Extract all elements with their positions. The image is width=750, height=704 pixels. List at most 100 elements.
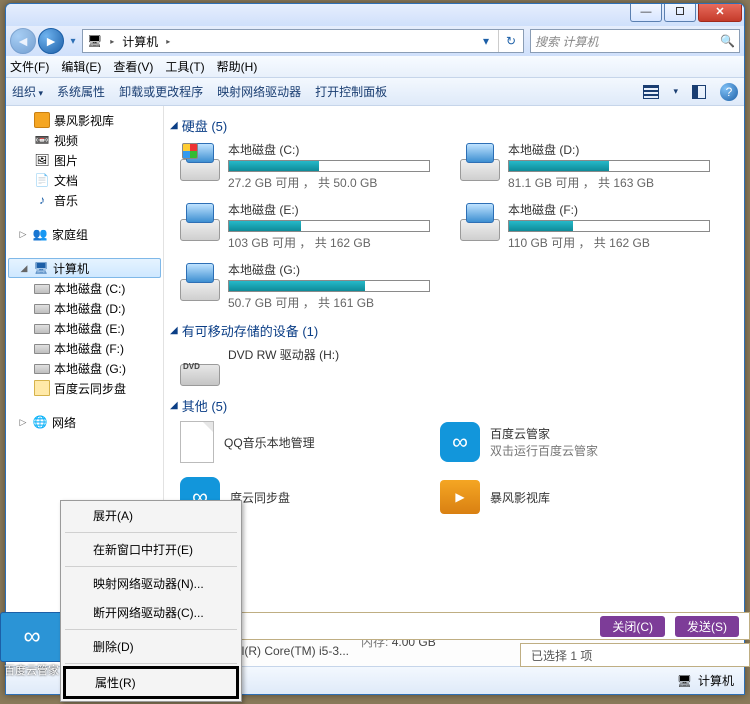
lib-documents[interactable]: 📄文档 — [6, 170, 163, 190]
lib-pictures[interactable]: 🖼图片 — [6, 150, 163, 170]
documents-icon: 📄 — [34, 172, 50, 188]
drive-item[interactable]: 本地磁盘 (F:)110 GB 可用 ， 共 162 GB — [460, 201, 710, 251]
taskbar-baidu-icon[interactable]: ∞ — [0, 612, 64, 662]
organize-menu[interactable]: 组织 — [12, 83, 43, 100]
group-header-removable[interactable]: ◢有可移动存储的设备 (1) — [170, 321, 736, 340]
computer-icon: 🖥 — [33, 260, 49, 276]
tree-drive-f[interactable]: 本地磁盘 (F:) — [6, 338, 163, 358]
drive-item[interactable]: 本地磁盘 (C:) 27.2 GB 可用 ， 共 50.0 GB — [180, 141, 430, 191]
group-other: ◢其他 (5) QQ音乐本地管理∞百度云管家双击运行百度云管家∞度云同步盘▶暴风… — [170, 396, 736, 517]
expander-icon[interactable]: ▷ — [18, 229, 28, 240]
videos-icon: 📼 — [34, 132, 50, 148]
drive-free-text: 27.2 GB 可用 ， 共 50.0 GB — [228, 174, 430, 191]
menu-edit[interactable]: 编辑(E) — [61, 58, 101, 75]
minimize-button[interactable]: — — [630, 4, 662, 22]
drive-name: 本地磁盘 (C:) — [228, 141, 430, 158]
group-header-hdd[interactable]: ◢硬盘 (5) — [170, 116, 736, 135]
preview-pane-button[interactable] — [692, 85, 706, 99]
help-button[interactable]: ? — [720, 83, 738, 101]
forward-button[interactable]: ► — [38, 28, 64, 54]
video-library-icon — [34, 112, 50, 128]
menu-view[interactable]: 查看(V) — [113, 58, 153, 75]
breadcrumb-computer[interactable]: 计算机 — [118, 30, 162, 52]
search-placeholder: 搜索 计算机 — [535, 33, 598, 50]
menu-help[interactable]: 帮助(H) — [217, 58, 258, 75]
context-menu-item[interactable]: 属性(R) — [63, 666, 239, 699]
context-menu-item[interactable]: 删除(D) — [61, 632, 241, 661]
context-menu-item[interactable]: 展开(A) — [61, 501, 241, 530]
file-icon — [180, 421, 214, 463]
view-mode-button[interactable] — [643, 85, 659, 99]
other-item[interactable]: ∞百度云管家双击运行百度云管家 — [440, 421, 670, 463]
collapse-icon: ◢ — [170, 325, 178, 336]
expander-icon[interactable]: ◢ — [19, 263, 29, 274]
search-box[interactable]: 搜索 计算机 🔍 — [530, 29, 740, 53]
menu-file[interactable]: 文件(F) — [10, 58, 49, 75]
maximize-button[interactable] — [664, 4, 696, 22]
status-label: 计算机 — [698, 672, 734, 689]
breadcrumb-sep[interactable]: ▸ — [162, 37, 174, 46]
breadcrumb-sep[interactable]: ▸ — [106, 37, 118, 46]
tree-drive-g[interactable]: 本地磁盘 (G:) — [6, 358, 163, 378]
lib-videos[interactable]: 📼视频 — [6, 130, 163, 150]
tree-homegroup[interactable]: ▷👥家庭组 — [6, 224, 163, 244]
drive-item[interactable]: 本地磁盘 (D:)81.1 GB 可用 ， 共 163 GB — [460, 141, 710, 191]
tree-drive-e[interactable]: 本地磁盘 (E:) — [6, 318, 163, 338]
cmd-system-properties[interactable]: 系统属性 — [57, 83, 105, 100]
refresh-button[interactable]: ↻ — [499, 34, 523, 48]
tree-baidu-sync[interactable]: 百度云同步盘 — [6, 378, 163, 398]
pictures-icon: 🖼 — [34, 152, 50, 168]
back-button[interactable]: ◄ — [10, 28, 36, 54]
drive-usage-bar — [508, 160, 710, 172]
address-dropdown[interactable]: ▾ — [474, 34, 498, 48]
other-name: 百度云管家 — [490, 425, 598, 442]
collapse-icon: ◢ — [170, 400, 178, 411]
other-item[interactable]: ▶暴风影视库 — [440, 477, 670, 517]
drive-icon — [180, 141, 220, 181]
tree-network[interactable]: ▷🌐网络 — [6, 412, 163, 432]
chat-send-button[interactable]: 发送(S) — [675, 616, 739, 637]
content-pane: ◢硬盘 (5) 本地磁盘 (C:)27.2 GB 可用 ， 共 50.0 GB本… — [164, 106, 744, 616]
tree-drive-c[interactable]: 本地磁盘 (C:) — [6, 278, 163, 298]
title-bar: — ✕ — [6, 4, 744, 26]
drive-usage-bar — [228, 160, 430, 172]
network-icon: 🌐 — [32, 414, 48, 430]
close-button[interactable]: ✕ — [698, 4, 742, 22]
drive-item[interactable]: 本地磁盘 (E:)103 GB 可用 ， 共 162 GB — [180, 201, 430, 251]
drive-name: 本地磁盘 (G:) — [228, 261, 430, 278]
menu-tools[interactable]: 工具(T) — [165, 58, 204, 75]
address-bar[interactable]: 🖥 ▸ 计算机 ▸ ▾ ↻ — [82, 29, 524, 53]
breadcrumb-root-icon[interactable]: 🖥 — [83, 30, 106, 52]
context-menu-item[interactable]: 映射网络驱动器(N)... — [61, 569, 241, 598]
group-header-other[interactable]: ◢其他 (5) — [170, 396, 736, 415]
cmd-open-control-panel[interactable]: 打开控制面板 — [315, 83, 387, 100]
tree-computer[interactable]: ◢🖥计算机 — [8, 258, 161, 278]
context-menu-item[interactable]: 断开网络驱动器(C)... — [61, 598, 241, 627]
cmd-uninstall-programs[interactable]: 卸载或更改程序 — [119, 83, 203, 100]
drive-item[interactable]: 本地磁盘 (G:) 50.7 GB 可用 ， 共 161 GB — [180, 261, 430, 311]
dvd-drive-icon — [180, 346, 220, 386]
drive-icon — [34, 324, 50, 334]
lib-baofeng[interactable]: 暴风影视库 — [6, 110, 163, 130]
other-item[interactable]: QQ音乐本地管理 — [180, 421, 410, 463]
drive-free-text: 81.1 GB 可用 ， 共 163 GB — [508, 174, 710, 191]
tree-drive-d[interactable]: 本地磁盘 (D:) — [6, 298, 163, 318]
drive-icon — [34, 364, 50, 374]
expander-icon[interactable]: ▷ — [18, 417, 28, 428]
removable-dvd[interactable]: DVD RW 驱动器 (H:) — [180, 346, 430, 386]
drive-icon — [34, 344, 50, 354]
detail-cpu: ntel(R) Core(TM) i5-3... — [225, 642, 349, 660]
lib-music[interactable]: ♪音乐 — [6, 190, 163, 210]
status-computer-icon: 🖥 — [677, 674, 692, 688]
nav-history-dropdown[interactable]: ▾ — [66, 28, 80, 54]
address-row: ◄ ► ▾ 🖥 ▸ 计算机 ▸ ▾ ↻ 搜索 计算机 🔍 — [6, 26, 744, 56]
context-menu-item[interactable]: 在新窗口中打开(E) — [61, 535, 241, 564]
drive-usage-bar — [228, 220, 430, 232]
chat-close-button[interactable]: 关闭(C) — [600, 616, 665, 637]
selection-count: 已选择 1 项 — [531, 647, 592, 664]
drive-free-text: 50.7 GB 可用 ， 共 161 GB — [228, 294, 430, 311]
cmd-map-network-drive[interactable]: 映射网络驱动器 — [217, 83, 301, 100]
drive-icon — [180, 261, 220, 301]
other-name: 暴风影视库 — [490, 489, 550, 506]
view-mode-dropdown[interactable]: ▾ — [673, 86, 678, 97]
